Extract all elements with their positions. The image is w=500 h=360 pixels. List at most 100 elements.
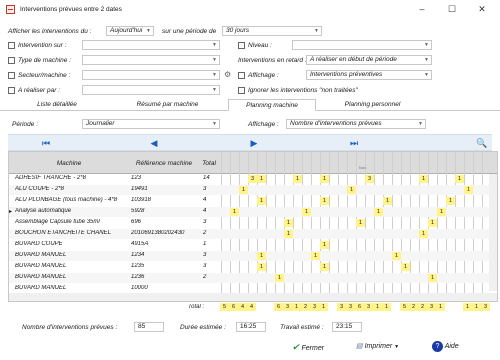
realiser-select[interactable]: ▼ [82,85,220,95]
table-row[interactable]: ALU PLONBAGE (tous machine) - 4*8 103918 4… [9,196,497,206]
planning-cell[interactable]: 1 [284,219,293,227]
table-row[interactable]: BUVARD COUPE 4915A 1 1 [9,240,497,250]
travail-label: Travail estimé : [280,324,324,331]
column-header-machine[interactable]: Machine [9,160,129,167]
imprimer-button[interactable]: ▤ Imprimer ▼ [356,340,420,354]
machine-cell: BUVARD MANUEL [15,274,67,280]
planning-cell[interactable]: 1 [401,263,410,271]
tab-resume-par-machine[interactable]: Résumé par machine [125,101,210,108]
maximize-button[interactable]: ☐ [442,3,462,16]
planning-cell[interactable]: 1 [275,274,284,282]
planning-cell[interactable]: 1 [419,175,428,183]
machine-cell: ALU COUPE - 2*8 [15,186,65,192]
column-header-total[interactable]: Total [199,160,219,167]
planning-cell[interactable]: 1 [320,241,329,249]
chevron-down-icon: ▼ [418,121,423,127]
planning-cell[interactable]: 1 [302,208,311,216]
planning-count: 1 [259,264,264,270]
minimize-button[interactable]: – [412,3,432,16]
retard-select[interactable]: A réaliser en début de période ▼ [306,55,432,65]
table-row[interactable]: BUVARD MANUEL 1234 3 1 1 1 [9,251,497,261]
chevron-down-icon: ▼ [212,57,217,63]
planning-cell[interactable]: 1 [428,219,437,227]
aide-button[interactable]: ? Aide [432,340,476,354]
planning-cell[interactable]: 1 [284,230,293,238]
total-day-cell: 1 [436,303,445,311]
total-day-value: 6 [357,304,362,310]
first-page-icon[interactable]: ⏮ [40,138,52,148]
planning-cell[interactable]: 1 [239,186,248,194]
secteur-select[interactable]: ▼ [82,70,220,80]
planning-cell[interactable]: 1 [455,175,464,183]
planning-cell[interactable]: 1 [320,197,329,205]
total-day-value: 3 [339,304,344,310]
planning-cell[interactable]: 1 [383,197,392,205]
periode-select[interactable]: 30 jours ▼ [222,26,322,36]
planning-count: 1 [403,264,408,270]
type-checkbox[interactable] [8,57,15,64]
table-row[interactable]: BUVARD MANUEL 1235 3 1 1 1 [9,262,497,272]
table-row[interactable]: ALU COUPE - 2*8 19491 3 1 1 1 [9,185,497,195]
planning-cell[interactable]: 1 [392,252,401,260]
affichage-select[interactable]: Interventions préventives ▼ [306,70,432,80]
planning-cell[interactable]: 1 [257,197,266,205]
planning-count: 1 [385,198,390,204]
fermer-button[interactable]: ✔ Fermer [292,340,346,354]
total-day-cell: 3 [337,303,346,311]
previous-icon[interactable]: ◀ [148,138,160,148]
afficher-select[interactable]: Aujourd'hui ▼ [106,26,154,36]
table-row[interactable]: Assemblage Capsule tube 35ml 696 3 1 1 1 [9,218,497,228]
planning-affichage-select[interactable]: Nombre d'interventions prévues ▼ [286,119,426,129]
secteur-checkbox[interactable] [8,72,15,79]
intervention-label: Intervention sur : [18,42,67,49]
next-icon[interactable]: ▶ [248,138,260,148]
total-cell: 4 [203,197,207,203]
total-day-value: 1 [375,304,380,310]
vertical-scrollbar[interactable] [489,174,497,291]
planning-cell[interactable]: 1 [437,208,446,216]
niveau-select[interactable]: ▼ [292,40,432,50]
planning-cell[interactable]: 1 [257,175,266,183]
intervention-checkbox[interactable] [8,42,15,49]
planning-cell[interactable]: 1 [356,219,365,227]
planning-cell[interactable]: 1 [446,197,455,205]
close-button[interactable]: ✕ [472,3,492,16]
total-day-value: 1 [465,304,470,310]
table-row[interactable]: ADHESIF TRANCHE - 2*8 123 14 3 1 1 1 3 1 1 [9,174,497,184]
table-row[interactable]: BUVARD MANUEL 1236 2 1 1 [9,273,497,283]
planning-cell[interactable]: 1 [347,186,356,194]
planning-count: 1 [286,220,291,226]
machine-search-icon[interactable]: ⚙ [224,70,231,79]
planning-periode-select[interactable]: Journalier ▼ [82,119,220,129]
planning-cell[interactable]: 1 [320,263,329,271]
table-row[interactable]: ▸ Analyse automatique 5928 4 1 1 1 1 [9,207,497,217]
planning-cell[interactable]: 3 [248,175,257,183]
planning-cell[interactable]: 1 [293,175,302,183]
total-cell: 3 [203,186,207,192]
zoom-icon[interactable]: 🔍 [476,138,488,148]
column-header-reference[interactable]: Référence machine [129,160,199,167]
tab-planning-machine[interactable]: Planning machine [228,99,316,111]
planning-cell[interactable]: 1 [257,252,266,260]
planning-cell[interactable]: 1 [428,274,437,282]
planning-cell[interactable]: 1 [311,252,320,260]
affichage-checkbox[interactable] [238,72,245,79]
table-row[interactable]: BOUCHON ETANCHEITE CHANEL 201069138020243… [9,229,497,239]
planning-cell[interactable]: 1 [320,175,329,183]
total-day-value: 3 [366,304,371,310]
planning-cell[interactable]: 3 [365,175,374,183]
planning-cell[interactable]: 1 [464,186,473,194]
horizontal-scrollbar[interactable] [9,293,497,301]
tab-planning-personnel[interactable]: Planning personnel [330,101,415,108]
planning-cell[interactable]: 1 [257,263,266,271]
niveau-checkbox[interactable] [238,42,245,49]
planning-cell[interactable]: 1 [419,230,428,238]
intervention-select[interactable]: ▼ [82,40,220,50]
ignorer-checkbox[interactable] [238,87,245,94]
last-page-icon[interactable]: ⏭ [348,138,360,148]
realiser-checkbox[interactable] [8,87,15,94]
planning-cell[interactable]: 1 [230,208,239,216]
planning-cell[interactable]: 1 [374,208,383,216]
type-select[interactable]: ▼ [82,55,220,65]
tab-liste-detaillee[interactable]: Liste détaillée [22,101,92,108]
